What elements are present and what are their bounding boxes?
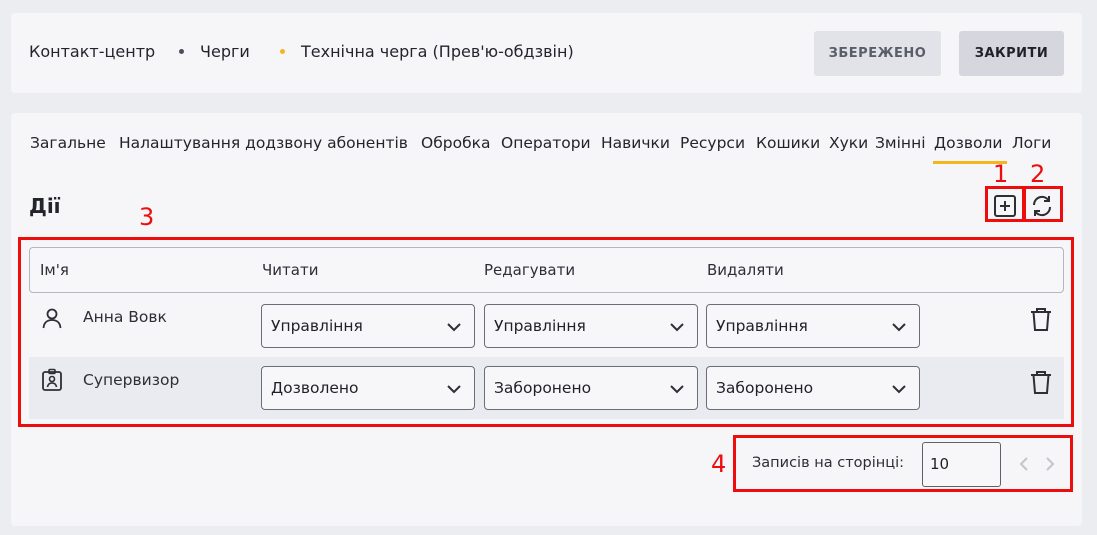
tab-variables[interactable]: Змінні bbox=[875, 134, 926, 152]
annotation-box-3 bbox=[18, 237, 1074, 427]
tab-logs[interactable]: Логи bbox=[1012, 134, 1051, 152]
tab-baskets[interactable]: Кошики bbox=[756, 134, 820, 152]
breadcrumb-separator bbox=[179, 49, 184, 54]
breadcrumb-item-current: Технічна черга (Прев'ю-обдзвін) bbox=[301, 42, 574, 61]
tab-hooks[interactable]: Хуки bbox=[829, 134, 868, 152]
annotation-box-1 bbox=[985, 186, 1025, 222]
tab-dial-settings[interactable]: Налаштування додзвону абонентів bbox=[119, 134, 408, 152]
tab-processing[interactable]: Обробка bbox=[421, 134, 491, 152]
breadcrumb-separator-active bbox=[280, 49, 285, 54]
tab-resources[interactable]: Ресурси bbox=[680, 134, 745, 152]
breadcrumb-item-queues[interactable]: Черги bbox=[200, 42, 250, 61]
annotation-label-3: 3 bbox=[139, 203, 155, 231]
annotation-label-4: 4 bbox=[711, 450, 727, 478]
annotation-label-2: 2 bbox=[1030, 160, 1046, 188]
close-button[interactable]: ЗАКРИТИ bbox=[959, 31, 1064, 76]
breadcrumb-item-contact-center[interactable]: Контакт-центр bbox=[29, 42, 155, 61]
annotation-box-4 bbox=[733, 435, 1073, 492]
annotation-box-2 bbox=[1023, 186, 1063, 222]
saved-button[interactable]: ЗБЕРЕЖЕНО bbox=[814, 31, 941, 76]
section-title: Дії bbox=[29, 194, 61, 218]
annotation-label-1: 1 bbox=[993, 160, 1009, 188]
tab-operators[interactable]: Оператори bbox=[501, 134, 591, 152]
tab-skills[interactable]: Навички bbox=[601, 134, 670, 152]
tab-general[interactable]: Загальне bbox=[30, 134, 106, 152]
tab-permissions[interactable]: Дозволи bbox=[934, 134, 1002, 152]
